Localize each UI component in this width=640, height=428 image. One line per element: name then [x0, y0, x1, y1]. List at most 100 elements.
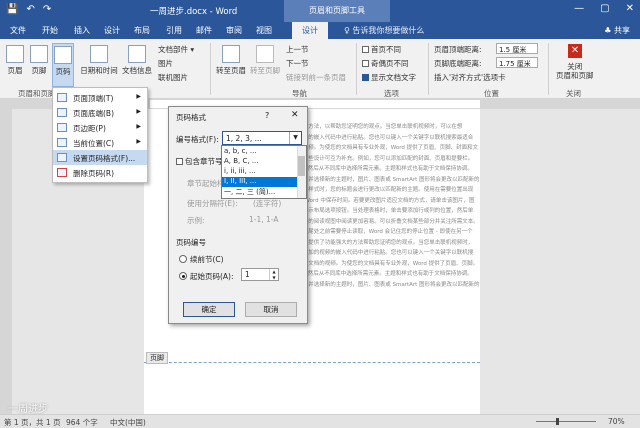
group-separator [356, 43, 357, 95]
page-count[interactable]: 第 1 页，共 1 页 [4, 417, 61, 428]
tab-layout[interactable]: 布局 [134, 25, 150, 36]
window-controls: — ▢ ✕ [574, 3, 634, 14]
different-odd-even-checkbox[interactable]: 奇偶页不同 [362, 58, 409, 69]
redo-icon[interactable]: ↷ [43, 4, 51, 15]
header-icon [6, 45, 24, 63]
zoom-slider[interactable] [536, 421, 596, 422]
close-header-footer-button[interactable]: 关闭 页眉和页脚 [556, 62, 594, 80]
help-icon[interactable]: ? [265, 111, 269, 120]
doc-parts-button[interactable]: 文档部件 ▾ [158, 44, 194, 55]
format-option[interactable]: i, ii, iii, ... [222, 167, 297, 177]
format-option[interactable]: 一, 二, 三 (简)... [222, 187, 297, 197]
zoom-slider-thumb[interactable] [555, 418, 559, 425]
footer-icon [30, 45, 48, 63]
contextual-tab-group-label: 页眉和页脚工具 [284, 0, 390, 22]
calendar-icon [90, 45, 108, 63]
remove-page-number-icon [57, 168, 67, 177]
separator-label: 使用分隔符(E): [187, 199, 238, 208]
goto-header-button[interactable]: 转至页眉 [214, 45, 248, 76]
menu-item-top-of-page[interactable]: 页面顶端(T) ▶ [53, 90, 147, 105]
tab-home[interactable]: 开始 [42, 25, 58, 36]
start-at-radio[interactable]: 起始页码(A): [179, 271, 234, 282]
menu-item-current-position[interactable]: 当前位置(C) ▶ [53, 135, 147, 150]
page-number-menu: 页面顶端(T) ▶ 页面底端(B) ▶ 页边距(P) ▶ 当前位置(C) ▶ 设置页码格… [52, 87, 148, 183]
close-x-icon: ✕ [568, 44, 582, 58]
format-option-selected[interactable]: I, II, III, ... [222, 177, 297, 187]
page-number-button[interactable]: 页码 [52, 43, 74, 87]
goto-footer-icon [256, 45, 274, 63]
group-label-options: 选项 [384, 89, 399, 98]
show-doc-text-checkbox[interactable]: 显示文档文字 [362, 72, 416, 83]
tab-hf-design[interactable]: 设计 [292, 22, 328, 39]
header-button[interactable]: 页眉 [4, 45, 26, 76]
zoom-level[interactable]: 70% [608, 417, 625, 426]
ribbon-tabs: 文件 开始 插入 设计 布局 引用 邮件 审阅 视图 设计 ♀ 告诉我你想要做什… [0, 22, 640, 39]
chevron-right-icon: ▶ [136, 138, 141, 145]
footer-button[interactable]: 页脚 [28, 45, 50, 76]
footer-bottom-distance-input[interactable]: 1.75 厘米 [496, 57, 538, 68]
group-label-navigation: 导航 [292, 89, 307, 98]
chevron-right-icon: ▶ [136, 123, 141, 130]
watermark: 一周进步 [8, 404, 48, 415]
tab-view[interactable]: 视图 [256, 25, 272, 36]
start-at-input[interactable]: 1 ▲ ▼ [241, 268, 279, 281]
tab-mailings[interactable]: 邮件 [196, 25, 212, 36]
menu-item-remove-page-numbers[interactable]: 删除页码(R) [53, 165, 147, 180]
checkbox-icon [176, 158, 183, 165]
share-button[interactable]: ♣ 共享 [604, 25, 630, 36]
tab-review[interactable]: 审阅 [226, 25, 242, 36]
quick-access-toolbar: 💾 ↶ ↷ [6, 4, 51, 15]
number-format-select[interactable]: 1, 2, 3, ... ▼ [222, 131, 302, 145]
date-time-button[interactable]: 日期和时间 [80, 45, 118, 76]
group-separator [428, 43, 429, 95]
list-scrollbar[interactable] [297, 146, 306, 198]
link-to-previous-button[interactable]: 链接到前一条页眉 [286, 72, 346, 83]
ok-button[interactable]: 确定 [183, 302, 235, 317]
online-picture-button[interactable]: 联机图片 [158, 72, 188, 83]
menu-item-page-margins[interactable]: 页边距(P) ▶ [53, 120, 147, 135]
tab-references[interactable]: 引用 [166, 25, 182, 36]
separator-select[interactable]: (连字符) [253, 198, 281, 209]
insert-alignment-tab-button[interactable]: 插入'对齐方式'选项卡 [434, 72, 506, 83]
example-label: 示例: [187, 216, 205, 225]
menu-item-format-page-numbers[interactable]: 设置页码格式(F)... [53, 150, 147, 165]
checkbox-icon [362, 60, 369, 67]
minimize-button[interactable]: — [574, 3, 584, 14]
format-page-number-icon [57, 153, 67, 162]
tab-insert[interactable]: 插入 [74, 25, 90, 36]
word-count[interactable]: 964 个字 [66, 417, 98, 428]
language-indicator[interactable]: 中文(中国) [110, 417, 146, 428]
chevron-right-icon: ▶ [136, 108, 141, 115]
footer-bottom-label: 页脚底端距离: [434, 59, 482, 68]
tab-design[interactable]: 设计 [104, 25, 120, 36]
chevron-down-icon[interactable]: ▼ [289, 132, 301, 144]
menu-item-bottom-of-page[interactable]: 页面底端(B) ▶ [53, 105, 147, 120]
save-icon[interactable]: 💾 [6, 4, 18, 15]
tab-file[interactable]: 文件 [10, 25, 26, 36]
include-chapter-checkbox[interactable]: 包含章节号 [176, 156, 223, 167]
number-format-options: a, b, c, ... A, B, C, ... i, ii, iii, ..… [221, 145, 307, 199]
format-option[interactable]: a, b, c, ... [222, 147, 297, 157]
format-option[interactable]: A, B, C, ... [222, 157, 297, 167]
close-window-button[interactable]: ✕ [626, 3, 634, 14]
vertical-ruler[interactable] [0, 109, 12, 414]
header-top-distance-input[interactable]: 1.5 厘米 [496, 43, 538, 54]
picture-button[interactable]: 图片 [158, 58, 173, 69]
maximize-button[interactable]: ▢ [600, 3, 609, 14]
cancel-button[interactable]: 取消 [245, 302, 297, 317]
radio-icon [179, 255, 187, 263]
spinner-icon[interactable]: ▲ ▼ [269, 269, 278, 280]
next-section-button[interactable]: 下一节 [286, 58, 309, 69]
previous-section-button[interactable]: 上一节 [286, 44, 309, 55]
tell-me-search[interactable]: ♀ 告诉我你想要做什么 [344, 25, 424, 36]
group-separator [548, 43, 549, 95]
different-first-page-checkbox[interactable]: 首页不同 [362, 44, 401, 55]
doc-info-button[interactable]: 文档信息 [120, 45, 154, 76]
scrollbar-thumb[interactable] [298, 156, 305, 176]
close-icon[interactable]: ✕ [291, 110, 299, 120]
goto-header-icon [222, 45, 240, 63]
undo-icon[interactable]: ↶ [26, 4, 34, 15]
goto-footer-button[interactable]: 转至页脚 [248, 45, 282, 76]
dialog-title: 页码格式 [176, 113, 206, 122]
continue-previous-radio[interactable]: 续前节(C) [179, 254, 224, 265]
